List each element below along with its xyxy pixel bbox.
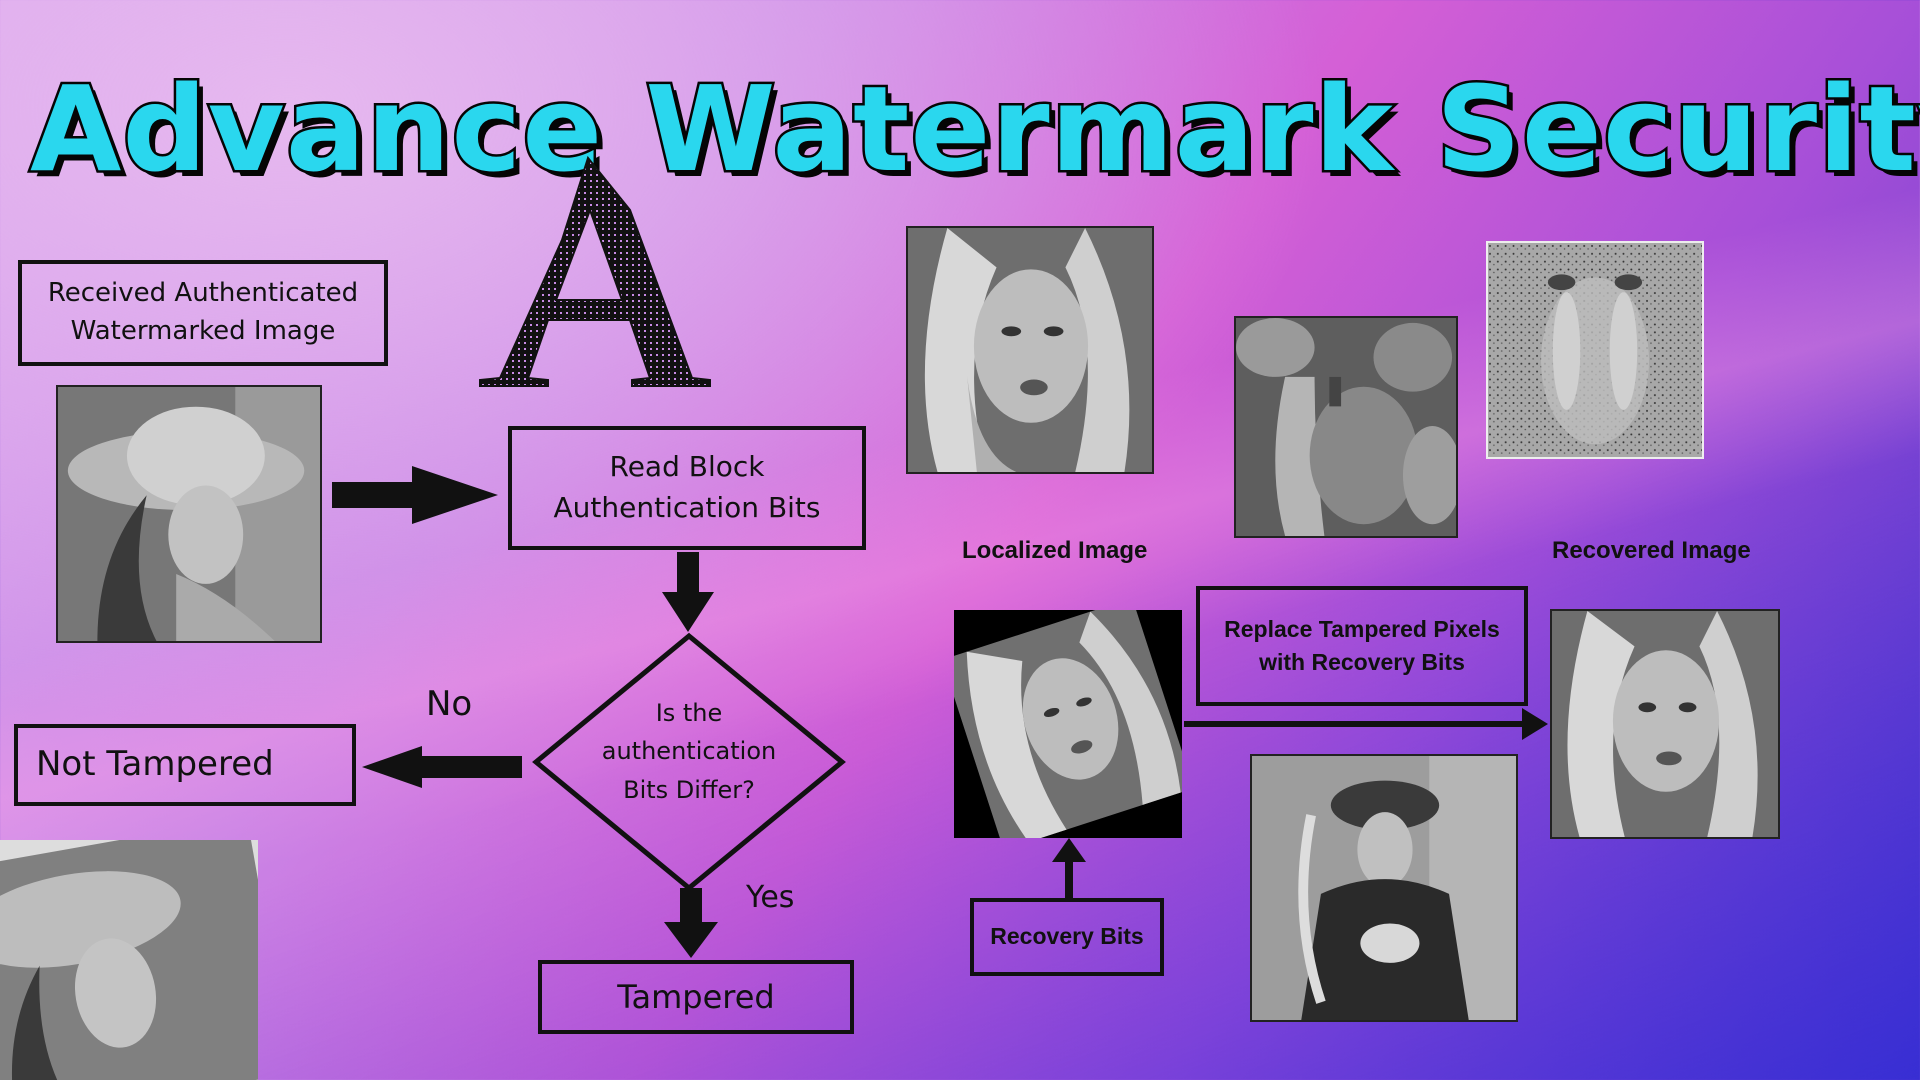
arrow-to-recovered [1184, 708, 1548, 740]
arrow-to-not-tampered [362, 746, 522, 788]
arrow-to-read-block [332, 466, 498, 524]
arrow-to-tampered [664, 888, 718, 958]
arrow-to-decision [662, 552, 714, 632]
arrow-recovery-bits-up [1052, 838, 1086, 898]
flow-arrows [332, 466, 1548, 958]
